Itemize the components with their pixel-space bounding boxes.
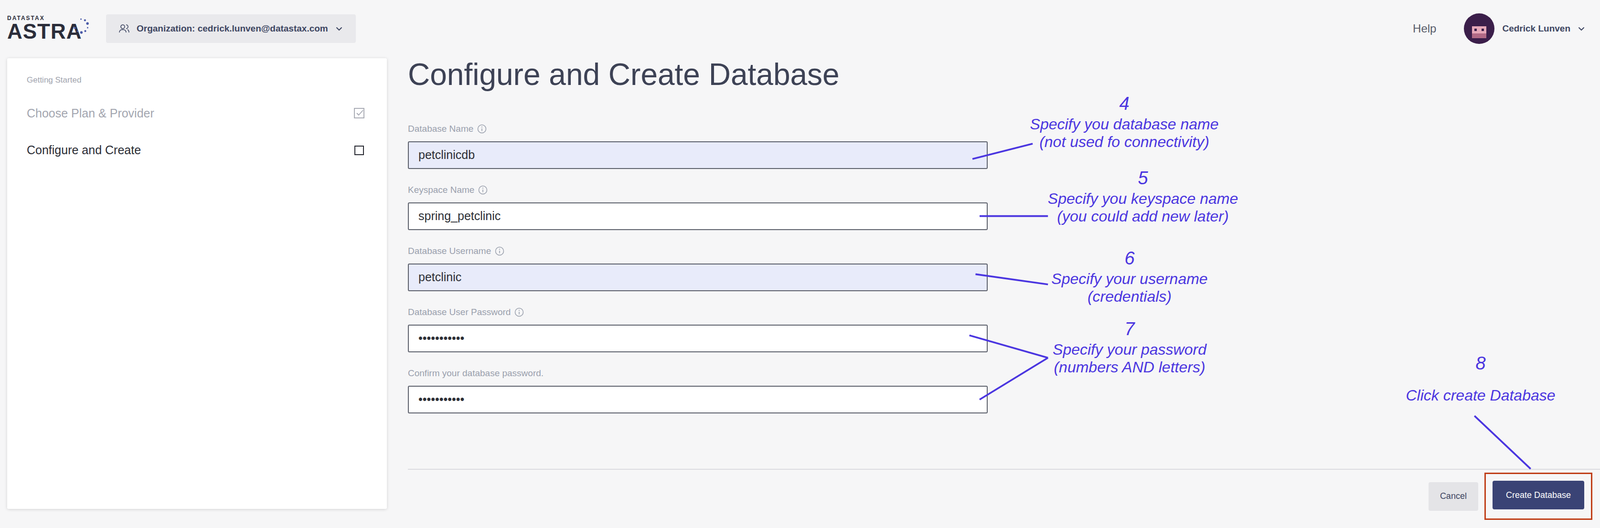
user-name[interactable]: Cedrick Lunven xyxy=(1502,21,1571,36)
annotation-number: 5 xyxy=(1137,168,1148,189)
configure-form: Configure and Create Database Database Na… xyxy=(407,57,1600,521)
annotation-arrow xyxy=(979,357,1048,400)
highlight-box: Create Database xyxy=(1484,472,1593,521)
annotation-arrow xyxy=(1474,416,1531,470)
action-bar: Cancel Create Database xyxy=(407,469,1600,521)
text-input[interactable]: petclinic xyxy=(407,263,988,292)
annotation-text: (numbers AND letters) xyxy=(1053,358,1206,377)
help-link[interactable]: Help xyxy=(1412,20,1437,38)
logo-stars-icon xyxy=(71,16,91,36)
chevron-down-icon xyxy=(1577,24,1586,33)
step-item[interactable]: Choose Plan & Provider xyxy=(26,104,365,123)
annotation: 6Specify your username(credentials) xyxy=(1051,248,1208,306)
info-icon xyxy=(494,246,505,256)
annotation-text: (not used fo connectivity) xyxy=(1039,133,1210,151)
page: DATASTAXASTRA Organization: cedrick.lunve… xyxy=(0,0,1600,528)
create-database-button[interactable]: Create Database xyxy=(1492,480,1585,510)
annotation-number: 7 xyxy=(1124,319,1135,340)
annotation-text: Specify your password xyxy=(1052,341,1207,359)
astra-logo[interactable]: DATASTAXASTRA xyxy=(7,15,89,43)
checked-box-icon xyxy=(353,107,365,119)
field-label: Database Name xyxy=(407,122,474,137)
form-field: Database User Password ••••••••••• xyxy=(407,306,988,353)
annotation-arrow xyxy=(972,143,1033,160)
annotation: 4Specify you database name(not used fo c… xyxy=(1030,93,1219,151)
annotation-text: Click create Database xyxy=(1405,386,1556,405)
field-label: Database User Password xyxy=(407,305,511,320)
annotation-number: 4 xyxy=(1119,93,1130,114)
users-icon xyxy=(118,22,130,35)
pixel-avatar-icon xyxy=(1469,19,1489,39)
steps-heading: Getting Started xyxy=(26,74,365,87)
info-icon xyxy=(477,124,487,134)
empty-box-icon xyxy=(353,144,365,157)
annotation-arrow xyxy=(979,215,1048,218)
annotation-text: Specify you database name xyxy=(1030,115,1219,134)
annotation-arrow xyxy=(969,335,1049,358)
annotation-arrows xyxy=(0,0,1600,528)
form-field: Database Name petclinicdb xyxy=(407,123,988,170)
annotation: 8 Click create Database xyxy=(1405,353,1556,405)
page-title: Configure and Create Database xyxy=(407,57,1600,92)
user-avatar[interactable] xyxy=(1463,13,1495,44)
text-input[interactable]: ••••••••••• xyxy=(407,385,988,414)
cancel-button[interactable]: Cancel xyxy=(1428,482,1479,512)
text-input[interactable]: spring_petclinic xyxy=(407,202,988,231)
annotation-text: (credentials) xyxy=(1087,288,1172,306)
annotation-number: 6 xyxy=(1124,248,1135,269)
form-field: Database Username petclinic xyxy=(407,245,988,292)
steps-panel: Getting Started Choose Plan & Provider Con… xyxy=(7,58,387,510)
field-label: Keyspace Name xyxy=(407,183,475,198)
text-input[interactable]: ••••••••••• xyxy=(407,324,988,353)
annotation-text: Specify your username xyxy=(1051,270,1208,288)
organization-selector[interactable]: Organization: cedrick.lunven@datastax.co… xyxy=(106,14,356,43)
form-field: Confirm your database password. •••••••••… xyxy=(407,367,988,414)
chevron-down-icon xyxy=(334,24,344,33)
annotation: 5Specify you keyspace name(you could add… xyxy=(1047,168,1238,226)
annotation-text: (you could add new later) xyxy=(1056,207,1229,226)
step-item[interactable]: Configure and Create xyxy=(26,141,365,160)
content: Getting Started Choose Plan & Provider Con… xyxy=(0,57,1600,521)
info-icon xyxy=(478,185,488,195)
top-bar: DATASTAXASTRA Organization: cedrick.lunve… xyxy=(0,0,1600,58)
field-label: Confirm your database password. xyxy=(407,366,544,381)
annotation-arrow xyxy=(975,274,1048,285)
annotation-text: Specify you keyspace name xyxy=(1047,190,1238,208)
logo-small-text: DATASTAX xyxy=(7,15,89,22)
field-label: Database Username xyxy=(407,244,491,259)
annotation-number: 8 xyxy=(1475,353,1486,374)
info-icon xyxy=(514,307,524,318)
divider xyxy=(407,469,1600,470)
annotation: 7Specify your password(numbers AND lette… xyxy=(1052,319,1207,377)
form-field: Keyspace Name spring_petclinic xyxy=(407,184,988,231)
logo-text: ASTRA xyxy=(7,21,89,43)
text-input[interactable]: petclinicdb xyxy=(407,141,988,170)
organization-label: Organization: cedrick.lunven@datastax.co… xyxy=(136,21,329,36)
